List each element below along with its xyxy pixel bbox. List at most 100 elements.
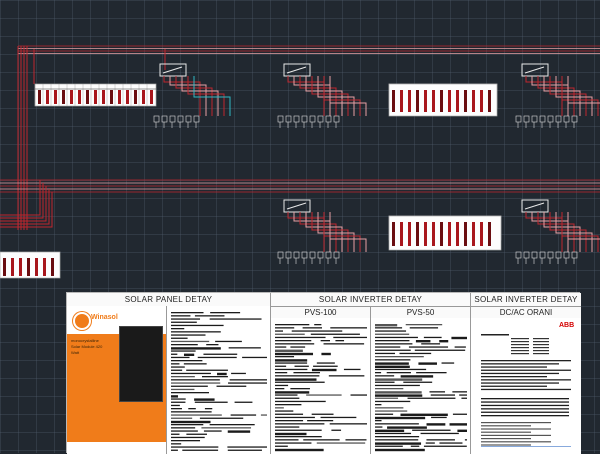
datasheet-text-line bbox=[414, 349, 466, 351]
datasheet-text-line bbox=[454, 346, 466, 348]
datasheet-text-line bbox=[375, 327, 403, 329]
datasheet-text-line bbox=[202, 376, 228, 378]
terminal bbox=[285, 251, 292, 259]
datasheet-text-line bbox=[171, 328, 185, 330]
datasheet-text-line bbox=[375, 400, 411, 403]
table-cell-fill bbox=[488, 222, 491, 246]
datasheet-text-line bbox=[375, 426, 383, 428]
datasheet-text-line bbox=[275, 416, 315, 419]
terminal bbox=[523, 251, 530, 259]
table-cell-fill bbox=[464, 90, 467, 112]
terminal bbox=[277, 115, 284, 123]
datasheet-text-line bbox=[333, 336, 367, 339]
terminal bbox=[523, 115, 530, 123]
datasheet-text-line bbox=[194, 401, 228, 403]
body-line bbox=[481, 366, 547, 368]
datasheet-text-line bbox=[186, 433, 207, 435]
datasheet-text-line bbox=[307, 420, 334, 422]
datasheet-text-line bbox=[275, 394, 298, 396]
datasheet-text-line bbox=[375, 445, 403, 447]
datasheet-text-line bbox=[171, 449, 178, 451]
datasheet-text-line bbox=[275, 362, 308, 364]
table-cell-fill bbox=[464, 222, 467, 246]
datasheet-text-line bbox=[171, 433, 180, 435]
datasheet-text-line bbox=[215, 340, 242, 343]
footnote-line bbox=[481, 444, 531, 446]
datasheet-text-line bbox=[316, 362, 335, 364]
combiner-symbol bbox=[524, 66, 545, 74]
combiner-symbol bbox=[524, 202, 545, 210]
datasheet-text-line bbox=[293, 372, 320, 374]
table-cell-fill bbox=[392, 222, 395, 246]
table-cell-fill bbox=[102, 90, 105, 104]
table-cell-fill bbox=[448, 90, 451, 112]
datasheet-text-line bbox=[171, 331, 221, 333]
detail-table[interactable]: SOLAR PANEL DETAY SOLAR INVERTER DETAY S… bbox=[66, 292, 581, 454]
datasheet-text-line bbox=[242, 356, 267, 359]
datasheet-text-line bbox=[399, 352, 432, 355]
datasheet-text-line bbox=[171, 318, 201, 320]
table-cell-fill bbox=[416, 222, 419, 246]
datasheet-text-line bbox=[425, 442, 435, 444]
datasheet-text-line bbox=[375, 436, 420, 438]
table-cell-fill bbox=[480, 222, 483, 246]
datasheet-text-line bbox=[171, 369, 183, 371]
table-cell-fill bbox=[54, 90, 57, 104]
table-cell-fill bbox=[11, 258, 14, 276]
datasheet-text-line bbox=[275, 432, 307, 436]
datasheet-text-line bbox=[418, 362, 437, 365]
datasheet-text-line bbox=[314, 324, 322, 326]
datasheet-text-line bbox=[171, 372, 211, 375]
datasheet-text-line bbox=[209, 424, 255, 426]
datasheet-text-line bbox=[375, 429, 405, 432]
table-cell-fill bbox=[448, 222, 451, 246]
footnote-line bbox=[481, 425, 531, 427]
datasheet-text-line bbox=[375, 381, 395, 383]
string-wire bbox=[567, 212, 600, 240]
pvs100-datasheet bbox=[271, 318, 371, 454]
datasheet-text-line bbox=[171, 424, 204, 426]
datasheet-text-line bbox=[275, 445, 288, 447]
datasheet-text-line bbox=[171, 440, 201, 442]
body-line bbox=[481, 379, 571, 381]
datasheet-text-line bbox=[415, 340, 431, 343]
datasheet-text-line bbox=[409, 327, 439, 329]
datasheet-text-line bbox=[275, 349, 303, 352]
terminal bbox=[547, 115, 554, 123]
table-cell-fill bbox=[472, 90, 475, 112]
table-cell-fill bbox=[27, 258, 30, 276]
datasheet-text-line bbox=[452, 391, 467, 393]
datasheet-text-line bbox=[423, 336, 442, 339]
datasheet-text-line bbox=[375, 336, 418, 339]
table-cell-fill bbox=[19, 258, 22, 276]
brochure-tagline: monocrystalline Solar Module 420 Watt bbox=[71, 338, 119, 356]
datasheet-text-line bbox=[375, 324, 398, 327]
datasheet-text-line bbox=[375, 356, 424, 358]
datasheet-text-line bbox=[171, 443, 182, 445]
datasheet-text-line bbox=[426, 439, 455, 441]
datasheet-text-line bbox=[204, 408, 213, 410]
table-line bbox=[481, 408, 569, 410]
datasheet-text-line bbox=[275, 448, 324, 452]
string-wire bbox=[567, 76, 600, 104]
pvs50-datasheet bbox=[371, 318, 471, 454]
datasheet-text-line bbox=[449, 423, 467, 426]
table-cell-fill bbox=[472, 222, 475, 246]
terminal bbox=[193, 115, 200, 123]
datasheet-text-line bbox=[260, 414, 267, 416]
datasheet-text-line bbox=[439, 340, 449, 343]
datasheet-text-line bbox=[416, 372, 447, 374]
datasheet-text-line bbox=[227, 430, 251, 433]
table-line bbox=[481, 398, 569, 400]
terminal bbox=[293, 115, 300, 123]
datasheet-text-line bbox=[375, 343, 413, 345]
solar-panel-brochure: Winasol monocrystalline Solar Module 420… bbox=[67, 306, 167, 454]
datasheet-text-line bbox=[375, 384, 420, 387]
datasheet-text-line bbox=[313, 365, 338, 367]
solar-inverter-header-2: SOLAR INVERTER DETAY bbox=[471, 293, 581, 306]
terminal bbox=[515, 115, 522, 123]
datasheet-text-line bbox=[423, 445, 467, 447]
dcac-sheet-lines bbox=[479, 334, 573, 447]
datasheet-text-line bbox=[275, 340, 312, 342]
datasheet-text-line bbox=[275, 436, 322, 438]
